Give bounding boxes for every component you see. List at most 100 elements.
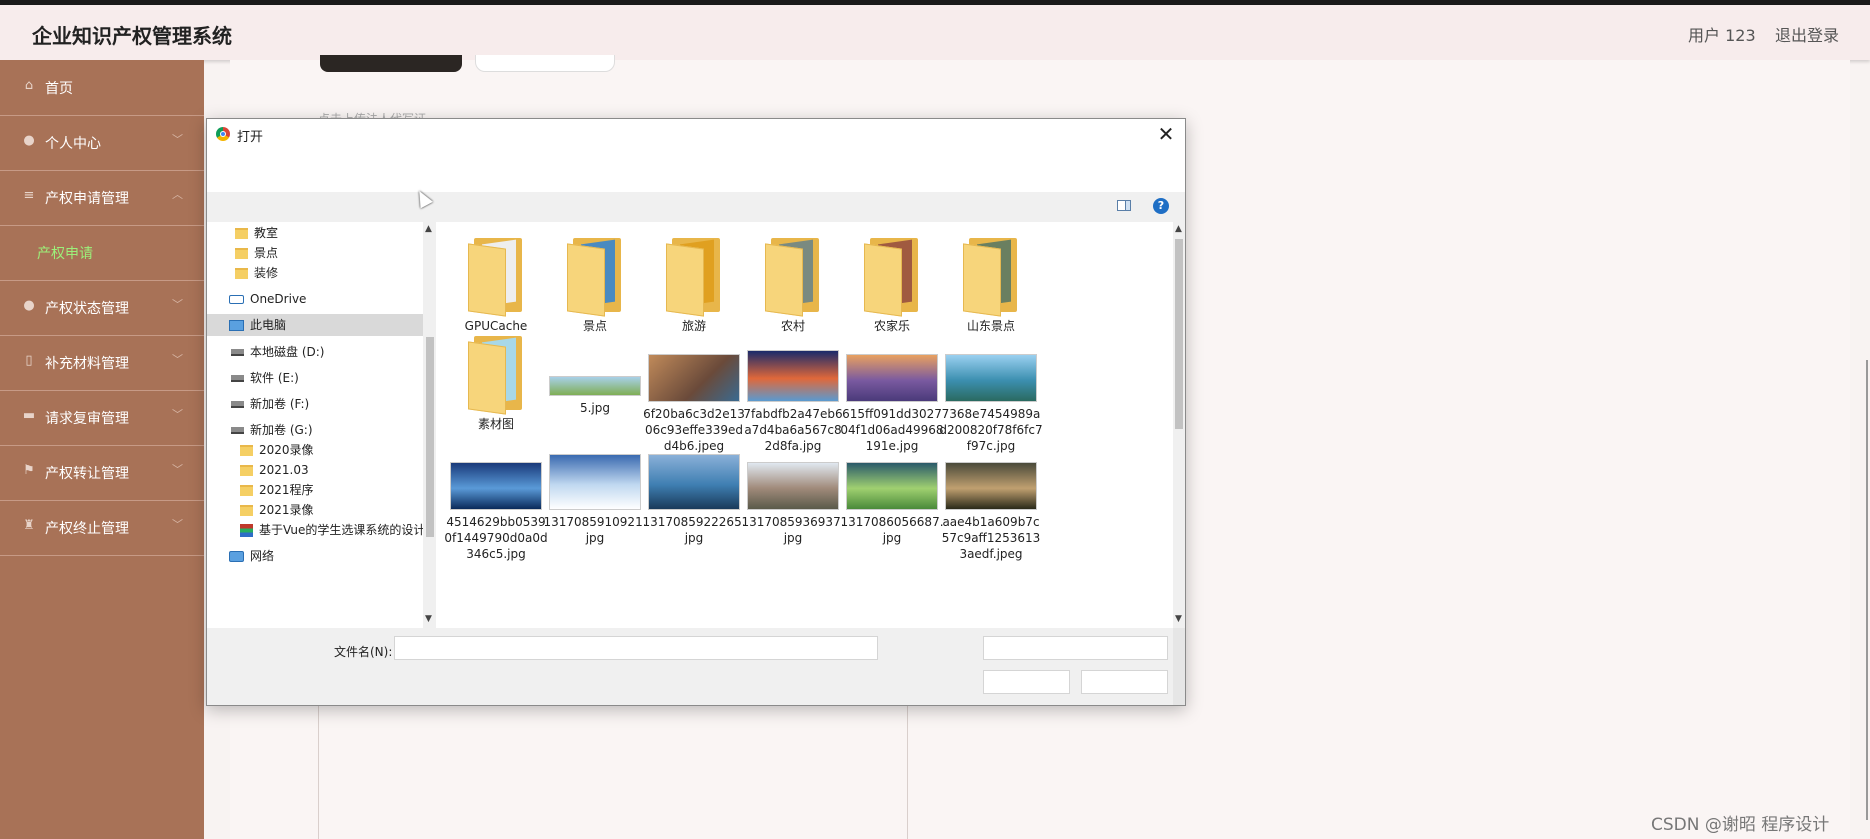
file-name: 4514629bb05390f1449790d0a0d346c5.jpg [444,515,548,561]
filename-input[interactable] [394,636,878,660]
scroll-down-icon[interactable]: ▼ [1175,614,1182,624]
sidebar-item-label: 首页 [45,81,73,97]
sidebar-item-label: 产权终止管理 [45,521,129,537]
cancel-button[interactable] [1081,670,1168,694]
file-item[interactable]: 景点 [543,236,647,334]
sidebar-item-transfer-mgmt[interactable]: ⚑ 产权转让管理 ﹀ [0,445,204,501]
scroll-up-icon[interactable]: ▲ [1175,224,1182,234]
tree-item-drive-d[interactable]: 本地磁盘 (D:) [231,341,324,363]
flag-icon: ⚑ [23,463,35,478]
folder-icon [240,445,253,456]
file-item[interactable]: 农家乐 [840,236,944,334]
tree-item-label: 装修 [254,266,279,280]
close-icon[interactable]: ✕ [1153,121,1179,147]
sidebar-item-personal-center[interactable]: ● 个人中心 ﹀ [0,115,204,171]
file-item[interactable]: 7fabdfb2a47eb6a7d4ba6a567c82d8fa.jpg [741,334,845,454]
sidebar-subitem-label[interactable]: 产权申请 [37,243,93,263]
scroll-thumb[interactable] [426,337,434,537]
scroll-up-icon[interactable]: ▲ [425,224,432,234]
tree-item-label: 2021录像 [259,503,314,517]
sidebar-item-review-mgmt[interactable]: ▬ 请求复审管理 ﹀ [0,390,204,446]
image-thumbnail [846,462,938,510]
tree-item-drive-e[interactable]: 软件 (E:) [231,367,299,389]
user-label: 用户 123 [1688,26,1756,45]
file-list-scrollbar[interactable]: ▲ ▼ [1173,222,1185,628]
sidebar: ⌂ 首页 ● 个人中心 ﹀ ≡ 产权申请管理 ︿ 产权申请 ● 产权状态管理 ﹀… [0,60,204,839]
image-thumbnail [648,454,740,510]
tree-item-2021-video[interactable]: 2021录像 [240,499,314,521]
tree-item-2020-video[interactable]: 2020录像 [240,439,314,461]
scroll-down-icon[interactable]: ▼ [425,614,432,624]
file-item[interactable]: 5.jpg [543,334,647,416]
image-thumbnail [549,376,641,396]
chevron-down-icon: ﹀ [172,518,183,531]
file-item[interactable]: 1317085922265.jpg [642,454,746,546]
sidebar-item-home[interactable]: ⌂ 首页 [0,60,204,116]
file-name: 615ff091dd302704f1d06ad49968191e.jpg [840,407,944,453]
tree-item-label: OneDrive [250,292,307,306]
upload-button[interactable] [475,55,615,72]
tree-item-scenic[interactable]: 景点 [235,242,278,264]
file-type-select[interactable] [983,636,1168,660]
sidebar-item-ip-application-mgmt[interactable]: ≡ 产权申请管理 ︿ [0,170,204,226]
open-button[interactable] [983,670,1070,694]
tree-item-network[interactable]: 网络 [229,545,274,567]
file-name: 5.jpg [579,401,611,415]
tree-item-decoration[interactable]: 装修 [235,262,278,284]
folder-icon [862,236,922,317]
tree-item-drive-g[interactable]: 新加卷 (G:) [231,419,313,441]
page-scrollbar[interactable] [1866,360,1868,820]
header: 企业知识产权管理系统 用户 123 退出登录 [0,5,1870,60]
file-item[interactable]: 农村 [741,236,845,334]
image-thumbnail [846,354,938,402]
folder-icon [240,465,253,476]
folder-icon [235,228,248,239]
sidebar-item-ip-status-mgmt[interactable]: ● 产权状态管理 ﹀ [0,280,204,336]
user-icon: ● [23,133,35,148]
file-item[interactable]: 615ff091dd302704f1d06ad49968191e.jpg [840,334,944,454]
file-item[interactable]: 素材图 [444,334,548,432]
chevron-up-icon: ︿ [172,188,183,201]
scroll-thumb[interactable] [1175,239,1183,429]
sidebar-item-label: 产权申请管理 [45,191,129,207]
file-item[interactable]: 1317085936937.jpg [741,462,845,546]
sidebar-item-supplement-mgmt[interactable]: ▯ 补充材料管理 ﹀ [0,335,204,391]
file-item[interactable]: 1317085910921.jpg [543,454,647,546]
folder-icon [466,236,526,317]
file-item[interactable]: GPUCache [444,236,548,334]
navigation-pane: 教室 景点 装修 OneDrive 此电脑 本地磁盘 (D:) 软件 (E:) … [207,222,423,628]
tree-item-drive-f[interactable]: 新加卷 (F:) [231,393,309,415]
dialog-toolbar: ? [207,192,1185,222]
tree-item-2021-03[interactable]: 2021.03 [240,459,309,481]
chevron-down-icon: ﹀ [172,463,183,476]
folder-icon [763,236,823,317]
tree-item-onedrive[interactable]: OneDrive [229,288,306,310]
preview-pane-icon[interactable] [1117,200,1131,211]
navigation-scrollbar[interactable]: ▲ ▼ [423,222,436,628]
tree-item-label: 新加卷 (G:) [250,423,313,437]
file-item[interactable]: 旅游 [642,236,746,334]
file-item[interactable]: 1317086056687.jpg [840,462,944,546]
file-name: 山东景点 [966,319,1015,333]
file-name: aae4b1a609b7c57c9aff12536133aedf.jpeg [941,515,1041,561]
tree-item-label: 2021.03 [259,463,309,477]
file-item[interactable]: 6f20ba6c3d2e1306c93effe339edd4b6.jpeg [642,334,746,454]
file-item[interactable]: 4514629bb05390f1449790d0a0d346c5.jpg [444,462,548,562]
tree-item-classroom[interactable]: 教室 [235,222,278,244]
drive-icon [231,401,244,408]
file-name: 6f20ba6c3d2e1306c93effe339edd4b6.jpeg [643,407,745,453]
help-icon[interactable]: ? [1153,198,1169,214]
folder-icon [565,236,625,317]
file-name: 农家乐 [873,319,910,333]
sidebar-subitem-ip-application: 产权申请 [0,225,204,281]
filename-label: 文件名(N): [334,645,393,659]
tree-item-vue-course-archive[interactable]: 基于Vue的学生选课系统的设计 [240,519,423,541]
tree-item-this-pc[interactable]: 此电脑 [207,314,423,336]
file-item[interactable]: aae4b1a609b7c57c9aff12536133aedf.jpeg [939,462,1043,562]
folder-icon [235,248,248,259]
tree-item-2021-program[interactable]: 2021程序 [240,479,314,501]
file-item[interactable]: 山东景点 [939,236,1043,334]
sidebar-item-termination-mgmt[interactable]: ♜ 产权终止管理 ﹀ [0,500,204,556]
file-item[interactable]: 7368e7454989ad200820f78f6fc7f97c.jpg [939,334,1043,454]
logout-link[interactable]: 退出登录 [1775,22,1839,46]
